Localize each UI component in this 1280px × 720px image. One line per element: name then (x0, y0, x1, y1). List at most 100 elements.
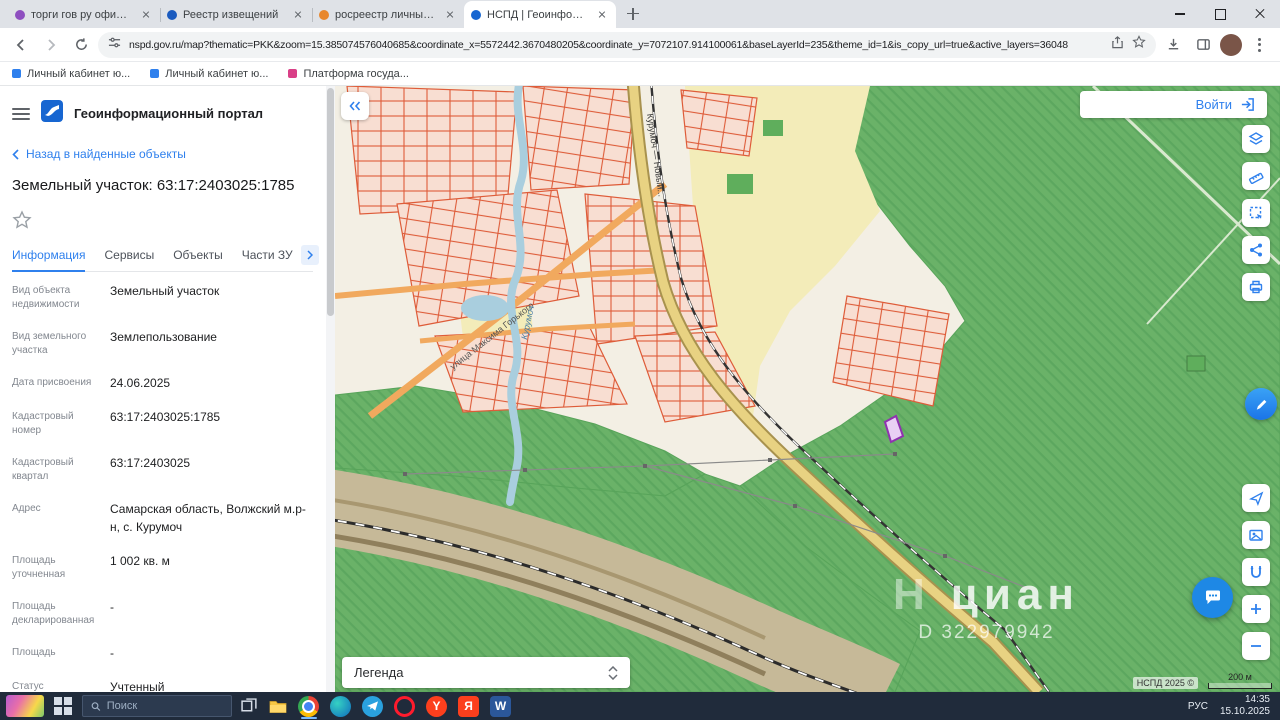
back-icon[interactable] (8, 32, 34, 58)
scrollbar-thumb[interactable] (327, 88, 334, 316)
downloads-icon[interactable] (1160, 32, 1186, 58)
tabs-scroll-right-icon[interactable] (301, 245, 319, 265)
expand-collapse-icon[interactable] (608, 665, 618, 680)
browser-tab[interactable]: росреестр личный кабинет — (312, 1, 464, 28)
tab-information[interactable]: Информация (12, 242, 86, 272)
legend-label: Легенда (354, 665, 404, 680)
taskbar-apps: O Y Я W (241, 692, 511, 720)
menu-icon[interactable] (12, 107, 30, 120)
share-button[interactable] (1242, 236, 1270, 264)
tab-close-icon[interactable] (139, 8, 153, 22)
yandex-icon[interactable]: Я (458, 692, 479, 720)
chevrons-left-icon (349, 101, 361, 111)
field-row: Площадь декларированная - (12, 600, 114, 626)
bookmark-item[interactable]: Личный кабинет ю... (12, 68, 130, 80)
login-button[interactable]: Войти (1080, 91, 1267, 118)
task-view-icon[interactable] (241, 692, 258, 720)
taskbar-clock[interactable]: 14:35 15.10.2025 (1220, 694, 1270, 719)
edge-icon[interactable] (330, 692, 351, 720)
select-area-button[interactable] (1242, 199, 1270, 227)
tab-favicon (167, 9, 177, 20)
field-row: Вид земельного участка Землепользование (12, 330, 217, 356)
scale-label: 200 м (1228, 672, 1252, 682)
field-row: Адрес Самарская область, Волжский м.р-н, … (12, 502, 306, 534)
map-toolbar-top (1242, 125, 1270, 301)
reload-icon[interactable] (68, 32, 94, 58)
word-icon[interactable]: W (490, 692, 511, 720)
tab-close-icon[interactable] (443, 8, 457, 22)
tab-services[interactable]: Сервисы (104, 242, 154, 271)
scale-bar: 200 м (1208, 672, 1272, 689)
browser-tab-active[interactable]: НСПД | Геоинформационный (464, 1, 616, 28)
print-icon (1249, 280, 1263, 294)
bookmark-star-icon[interactable] (1132, 35, 1146, 54)
start-button[interactable] (53, 696, 73, 716)
side-panel-icon[interactable] (1190, 32, 1216, 58)
url-text[interactable]: nspd.gov.ru/map?thematic=PKK&zoom=15.385… (129, 39, 1103, 51)
profile-avatar[interactable] (1220, 33, 1242, 56)
screenshot-button[interactable] (1242, 521, 1270, 549)
locate-button[interactable] (1242, 484, 1270, 512)
taskbar-search[interactable] (82, 695, 232, 717)
field-row: Вид объекта недвижимости Земельный участо… (12, 284, 220, 310)
snap-button[interactable] (1242, 558, 1270, 586)
browser-tab[interactable]: Реестр извещений (160, 1, 312, 28)
window-controls (1160, 0, 1280, 28)
url-bar[interactable]: nspd.gov.ru/map?thematic=PKK&zoom=15.385… (98, 31, 1156, 58)
tab-favicon (471, 9, 481, 20)
measure-button[interactable] (1242, 162, 1270, 190)
taskbar: O Y Я W РУС 14:35 15.10.2025 (0, 692, 1280, 720)
zoom-in-button[interactable] (1242, 595, 1270, 623)
collapse-panel-button[interactable] (341, 92, 369, 120)
map-toolbar-bottom (1242, 484, 1270, 586)
browser-tab[interactable]: торги гов ру официальный сай (8, 1, 160, 28)
bookmark-item[interactable]: Платформа госуда... (288, 68, 409, 80)
legend-bar[interactable]: Легенда (342, 657, 630, 688)
search-icon (91, 701, 101, 711)
chrome-icon[interactable] (298, 692, 319, 720)
zoom-out-button[interactable] (1242, 632, 1270, 660)
nspd-logo (41, 100, 63, 127)
browser-menu-icon[interactable] (1246, 32, 1272, 58)
chevron-left-icon (12, 148, 19, 160)
favorite-star-icon[interactable] (12, 210, 32, 230)
zoom-controls (1242, 595, 1270, 660)
map-attribution-area: НСПД 2025 © 200 м (1132, 672, 1272, 689)
yandex-browser-icon[interactable]: Y (426, 692, 447, 720)
bookmark-label: Личный кабинет ю... (165, 67, 269, 80)
tab-close-icon[interactable] (291, 8, 305, 22)
widgets-thumbnail[interactable] (6, 695, 44, 717)
draw-button[interactable] (1245, 388, 1277, 420)
tab-objects[interactable]: Объекты (173, 242, 223, 271)
map-canvas[interactable]: Курумоч — Новый... улица Максима Горьког… (335, 86, 1280, 692)
tab-parts[interactable]: Части ЗУ (242, 242, 293, 271)
opera-icon[interactable]: O (394, 692, 415, 720)
site-settings-icon[interactable] (108, 36, 121, 54)
close-icon[interactable] (1240, 0, 1280, 28)
maximize-icon[interactable] (1200, 0, 1240, 28)
bookmark-favicon (150, 69, 160, 78)
share-icon[interactable] (1111, 35, 1124, 54)
telegram-icon[interactable] (362, 692, 383, 720)
bookmark-item[interactable]: Личный кабинет ю... (150, 68, 268, 80)
explorer-icon[interactable] (269, 692, 287, 720)
bookmarks-bar: Личный кабинет ю... Личный кабинет ю... … (0, 62, 1280, 86)
back-to-results-link[interactable]: Назад в найденные объекты (12, 147, 313, 161)
new-tab-button[interactable] (622, 3, 644, 25)
clock-time: 14:35 (1244, 693, 1270, 705)
panel-scrollbar[interactable] (326, 86, 335, 692)
login-icon (1241, 98, 1254, 111)
search-input[interactable] (106, 700, 223, 712)
language-indicator[interactable]: РУС (1188, 701, 1208, 712)
ruler-icon (1248, 172, 1264, 184)
tab-close-icon[interactable] (595, 8, 609, 22)
forward-icon[interactable] (38, 32, 64, 58)
print-button[interactable] (1242, 273, 1270, 301)
minimize-icon[interactable] (1160, 0, 1200, 28)
map-image[interactable]: Курумоч — Новый... улица Максима Горьког… (335, 86, 1280, 692)
chat-button[interactable] (1192, 577, 1233, 618)
layers-button[interactable] (1242, 125, 1270, 153)
field-row: Площадь - (12, 646, 114, 660)
tab-favicon (319, 9, 329, 20)
bookmark-label: Личный кабинет ю... (27, 67, 131, 80)
